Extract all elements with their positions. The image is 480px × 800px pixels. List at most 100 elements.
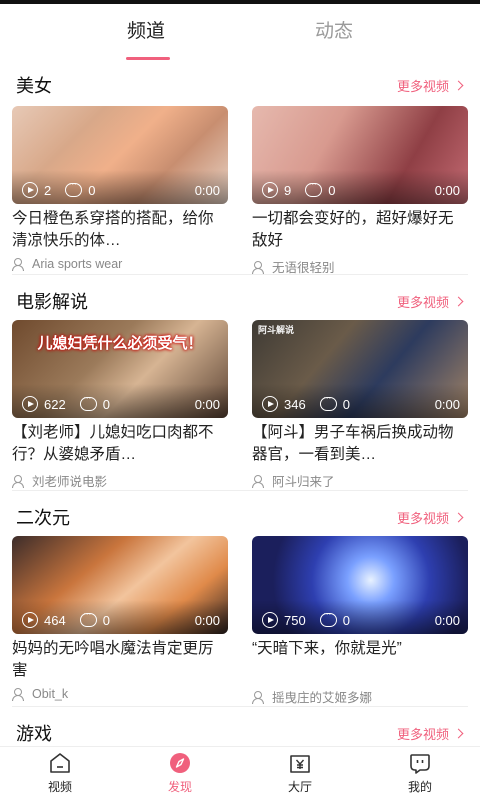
play-count-icon bbox=[22, 612, 38, 628]
comment-icon bbox=[79, 392, 97, 411]
author-name: Obit_k bbox=[32, 687, 69, 701]
user-icon bbox=[252, 690, 267, 704]
play-count: 750 bbox=[284, 612, 306, 628]
more-videos-link[interactable]: 更多视频 bbox=[396, 292, 464, 311]
video-thumbnail[interactable]: 750 0 0:00 bbox=[252, 536, 468, 634]
video-stats: 622 0 bbox=[22, 392, 110, 412]
section-header: 电影解说 更多视频 bbox=[0, 280, 480, 322]
video-duration: 0:00 bbox=[434, 613, 460, 628]
more-videos-label: 更多视频 bbox=[396, 511, 449, 526]
user-icon bbox=[12, 258, 27, 271]
author-name: 摇曳庄的艾姬多娜 bbox=[272, 691, 373, 705]
more-videos-link[interactable]: 更多视频 bbox=[396, 508, 464, 527]
video-thumbnail[interactable]: 464 0 0:00 bbox=[12, 536, 228, 634]
chevron-right-icon bbox=[453, 296, 464, 307]
nav-discover[interactable]: 发现 bbox=[120, 747, 240, 800]
video-stats: 346 0 bbox=[262, 392, 350, 412]
video-title[interactable]: 【刘老师】儿媳妇吃口肉都不行？从婆媳矛盾… bbox=[12, 422, 228, 466]
video-thumbnail[interactable]: 阿斗解说 346 0 0:00 bbox=[252, 320, 468, 418]
video-card[interactable]: 阿斗解说 346 0 0:00 【阿斗】男子车祸后换成动物器官，一看到美… 阿斗… bbox=[252, 320, 468, 490]
more-videos-label: 更多视频 bbox=[396, 79, 449, 94]
user-icon bbox=[12, 474, 27, 488]
section-title: 游戏 bbox=[16, 724, 52, 744]
yen-icon bbox=[290, 755, 310, 773]
video-duration: 0:00 bbox=[194, 613, 220, 628]
video-thumbnail[interactable]: 9 0 0:00 bbox=[252, 106, 468, 204]
user-icon bbox=[252, 260, 267, 274]
tab-channels[interactable]: 频道 bbox=[52, 4, 240, 62]
video-title[interactable]: 一切都会变好的，超好爆好无敌好 bbox=[252, 208, 468, 252]
video-stats: 750 0 bbox=[262, 608, 350, 628]
play-count-icon bbox=[22, 396, 38, 412]
play-count-icon bbox=[262, 396, 278, 412]
nav-label: 发现 bbox=[167, 780, 192, 794]
video-stats: 2 0 bbox=[22, 178, 96, 198]
comment-icon bbox=[65, 178, 83, 197]
comment-icon bbox=[305, 178, 323, 197]
more-videos-label: 更多视频 bbox=[396, 727, 449, 742]
video-title[interactable]: 【阿斗】男子车祸后换成动物器官，一看到美… bbox=[252, 422, 468, 466]
video-author[interactable]: 摇曳庄的艾姬多娜 bbox=[252, 687, 468, 706]
video-card[interactable]: 9 0 0:00 一切都会变好的，超好爆好无敌好 无语很轻别 bbox=[252, 106, 468, 276]
more-videos-link[interactable]: 更多视频 bbox=[396, 724, 464, 743]
section-header: 游戏 更多视频 bbox=[0, 712, 480, 746]
comment-count: 0 bbox=[328, 182, 336, 198]
video-title[interactable]: “天暗下来，你就是光” bbox=[252, 638, 468, 682]
video-author[interactable]: 阿斗归来了 bbox=[252, 471, 468, 490]
play-count: 9 bbox=[284, 182, 292, 198]
nav-mine[interactable]: 我的 bbox=[360, 747, 480, 800]
comment-icon bbox=[319, 392, 337, 411]
user-icon bbox=[12, 688, 27, 701]
home-icon bbox=[50, 753, 70, 773]
play-count: 622 bbox=[44, 396, 66, 412]
author-name: Aria sports wear bbox=[32, 257, 123, 271]
comment-icon bbox=[319, 608, 337, 627]
video-author[interactable]: Aria sports wear bbox=[12, 257, 228, 271]
video-stats: 464 0 bbox=[22, 608, 110, 628]
play-count-icon bbox=[262, 612, 278, 628]
video-card[interactable]: 750 0 0:00 “天暗下来，你就是光” 摇曳庄的艾姬多娜 bbox=[252, 536, 468, 706]
video-thumbnail[interactable]: 2 0 0:00 bbox=[12, 106, 228, 204]
compass-icon bbox=[170, 753, 190, 773]
comment-count: 0 bbox=[102, 396, 110, 412]
author-name: 刘老师说电影 bbox=[32, 475, 108, 489]
comment-count: 0 bbox=[102, 612, 110, 628]
nav-label: 大厅 bbox=[287, 780, 312, 794]
video-card[interactable]: 464 0 0:00 妈妈的无吟唱水魔法肯定更厉害 Obit_k bbox=[12, 536, 228, 701]
play-count: 2 bbox=[44, 182, 52, 198]
section-title: 二次元 bbox=[16, 508, 70, 528]
nav-videos[interactable]: 视频 bbox=[0, 747, 120, 800]
comment-icon bbox=[79, 608, 97, 627]
thumbnail-caption: 儿媳妇凭什么必须受气！ bbox=[37, 335, 203, 352]
more-videos-link[interactable]: 更多视频 bbox=[396, 76, 464, 95]
video-duration: 0:00 bbox=[194, 183, 220, 198]
section-title: 电影解说 bbox=[16, 292, 88, 312]
section-header: 二次元 更多视频 bbox=[0, 496, 480, 538]
video-duration: 0:00 bbox=[434, 397, 460, 412]
video-duration: 0:00 bbox=[434, 183, 460, 198]
tab-feed[interactable]: 动态 bbox=[240, 4, 428, 62]
more-videos-label: 更多视频 bbox=[396, 295, 449, 310]
chevron-right-icon bbox=[453, 728, 464, 739]
play-count: 464 bbox=[44, 612, 66, 628]
video-title[interactable]: 今日橙色系穿搭的搭配，给你清凉快乐的体… bbox=[12, 208, 228, 252]
play-count-icon bbox=[22, 182, 38, 198]
comment-count: 0 bbox=[342, 612, 350, 628]
video-author[interactable]: 刘老师说电影 bbox=[12, 471, 228, 490]
channel-list[interactable]: 美女 更多视频 2 0 0:00 今日橙色系穿搭的搭配，给你清凉快乐的体… Ar… bbox=[0, 62, 480, 746]
video-card[interactable]: 2 0 0:00 今日橙色系穿搭的搭配，给你清凉快乐的体… Aria sport… bbox=[12, 106, 228, 271]
video-title[interactable]: 妈妈的无吟唱水魔法肯定更厉害 bbox=[12, 638, 228, 682]
video-author[interactable]: Obit_k bbox=[12, 687, 228, 701]
video-duration: 0:00 bbox=[194, 397, 220, 412]
play-count-icon bbox=[262, 182, 278, 198]
section-header: 美女 更多视频 bbox=[0, 64, 480, 106]
section-title: 美女 bbox=[16, 76, 52, 96]
top-tabs: 频道 动态 bbox=[0, 4, 480, 62]
nav-label: 我的 bbox=[407, 780, 432, 794]
video-stats: 9 0 bbox=[262, 178, 336, 198]
comment-count: 0 bbox=[88, 182, 96, 198]
video-thumbnail[interactable]: 儿媳妇凭什么必须受气！ 622 0 0:00 bbox=[12, 320, 228, 418]
divider bbox=[12, 490, 468, 491]
nav-hall[interactable]: 大厅 bbox=[240, 747, 360, 800]
video-card[interactable]: 儿媳妇凭什么必须受气！ 622 0 0:00 【刘老师】儿媳妇吃口肉都不行？从婆… bbox=[12, 320, 228, 490]
